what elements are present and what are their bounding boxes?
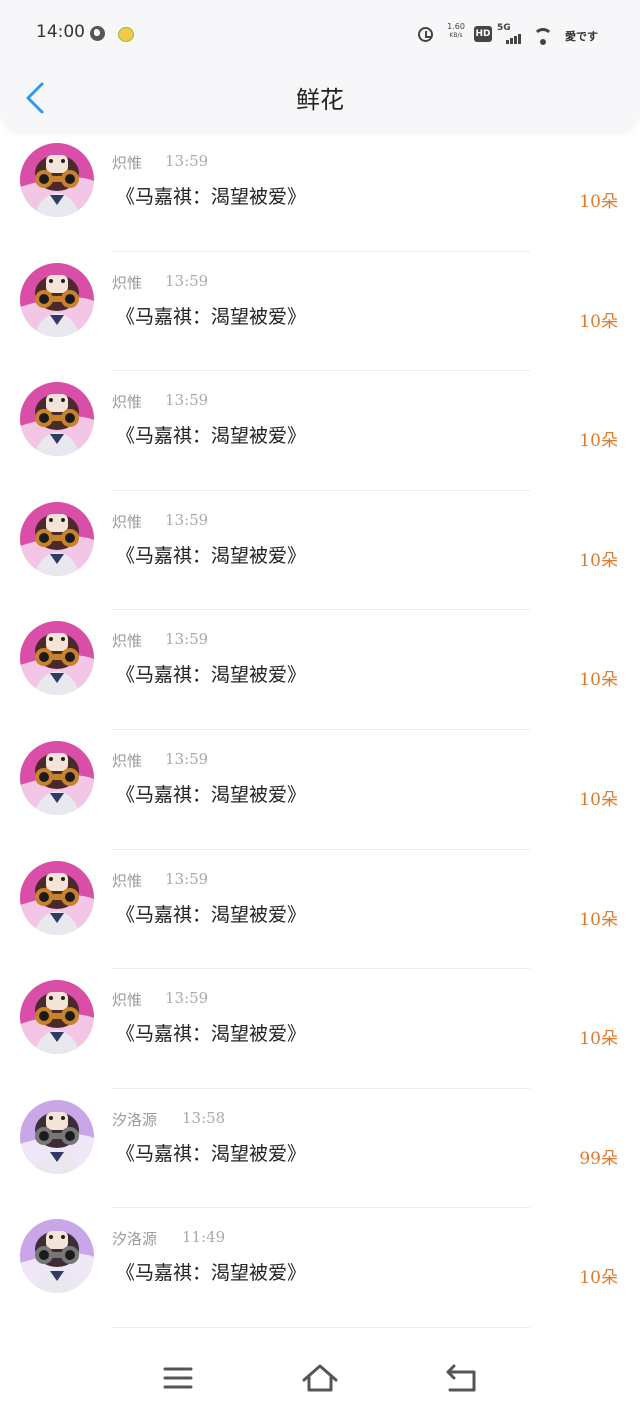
list-item[interactable]: 炽惟 13:59 《马嘉祺：渴望被爱》 10朵	[0, 491, 640, 611]
avatar[interactable]	[20, 621, 94, 696]
book-title: 《马嘉祺：渴望被爱》	[116, 1142, 307, 1165]
globe-icon	[90, 26, 105, 41]
avatar[interactable]	[20, 980, 94, 1055]
status-time: 14:00	[36, 22, 85, 42]
timestamp: 13:59	[165, 630, 209, 649]
book-title: 《马嘉祺：渴望被爱》	[116, 544, 307, 567]
timestamp: 13:59	[165, 510, 209, 529]
sender-name: 炽惟	[112, 393, 143, 412]
flower-count: 10朵	[579, 550, 618, 571]
list-item[interactable]: 炽惟 13:59 《马嘉祺：渴望被爱》 10朵	[0, 132, 640, 252]
timestamp: 13:59	[165, 869, 209, 888]
sender-name: 炽惟	[112, 512, 143, 531]
status-bar: 14:00 1.60 KB/s HD 5G 愛です	[0, 0, 640, 66]
timestamp: 13:59	[165, 152, 209, 170]
list-item[interactable]: 汐洛源 11:49 《马嘉祺：渴望被爱》 10朵	[0, 1208, 640, 1328]
network-speed: 1.60 KB/s	[444, 23, 468, 39]
flower-count: 99朵	[579, 1148, 618, 1169]
avatar[interactable]	[20, 860, 94, 935]
sender-name: 汐洛源	[112, 1110, 158, 1129]
avatar[interactable]	[20, 382, 94, 457]
flower-count: 10朵	[579, 909, 618, 930]
timestamp: 11:49	[182, 1228, 226, 1247]
sender-name: 炽惟	[112, 273, 143, 292]
list-item[interactable]: 炽惟 13:59 《马嘉祺：渴望被爱》 10朵	[0, 610, 640, 730]
row-divider	[112, 1326, 530, 1328]
flower-count: 10朵	[579, 1029, 618, 1050]
flower-count: 10朵	[579, 790, 618, 810]
timestamp: 13:58	[182, 1108, 226, 1127]
avatar[interactable]	[20, 262, 94, 337]
page-title: 鲜花	[296, 86, 344, 114]
book-title: 《马嘉祺：渴望被爱》	[116, 186, 307, 208]
system-nav-bar	[0, 1342, 640, 1415]
sender-name: 炽惟	[112, 632, 143, 651]
network-speed-unit: KB/s	[449, 32, 463, 39]
avatar[interactable]	[20, 143, 94, 217]
sender-name: 炽惟	[112, 752, 143, 770]
list-item[interactable]: 汐洛源 13:58 《马嘉祺：渴望被爱》 99朵	[0, 1089, 640, 1209]
timestamp: 13:59	[165, 989, 209, 1008]
book-title: 《马嘉祺：渴望被爱》	[116, 1262, 307, 1285]
list-item[interactable]: 炽惟 13:59 《马嘉祺：渴望被爱》 10朵	[0, 730, 640, 850]
wifi-icon	[532, 24, 554, 46]
book-title: 《马嘉祺：渴望被爱》	[116, 425, 307, 448]
hd-badge: HD	[474, 26, 492, 42]
list-item[interactable]: 炽惟 13:59 《马嘉祺：渴望被爱》 10朵	[0, 252, 640, 372]
timestamp: 13:59	[165, 271, 209, 290]
list-item[interactable]: 炽惟 13:59 《马嘉祺：渴望被爱》 10朵	[0, 371, 640, 491]
flower-count: 10朵	[579, 1268, 618, 1289]
sender-name: 炽惟	[112, 154, 143, 172]
menu-button[interactable]	[156, 1360, 200, 1396]
alarm-icon	[418, 27, 433, 42]
sender-name: 炽惟	[112, 871, 143, 890]
book-title: 《马嘉祺：渴望被爱》	[116, 784, 307, 806]
flower-count: 10朵	[579, 670, 618, 691]
app-notification-icon	[118, 27, 134, 42]
home-button[interactable]	[298, 1360, 342, 1396]
timestamp: 13:59	[165, 750, 209, 768]
avatar[interactable]	[20, 1099, 94, 1174]
carrier-label: 愛です	[565, 30, 598, 43]
back-icon	[446, 1364, 476, 1392]
avatar[interactable]	[20, 1219, 94, 1294]
gift-list[interactable]: 炽惟 13:59 《马嘉祺：渴望被爱》 10朵 炽惟 13:59 《马嘉祺：渴望被爱》 10朵…	[0, 132, 640, 1342]
timestamp: 13:59	[165, 391, 209, 410]
avatar[interactable]	[20, 501, 94, 576]
flower-count: 10朵	[579, 192, 618, 212]
back-nav-button[interactable]	[440, 1360, 484, 1396]
avatar[interactable]	[20, 741, 94, 815]
flower-count: 10朵	[579, 311, 618, 332]
list-item[interactable]: 炽惟 13:59 《马嘉祺：渴望被爱》 10朵	[0, 850, 640, 970]
home-icon	[302, 1364, 338, 1392]
sender-name: 汐洛源	[112, 1230, 158, 1249]
flower-count: 10朵	[579, 431, 618, 452]
network-type: 5G	[497, 23, 511, 33]
book-title: 《马嘉祺：渴望被爱》	[116, 903, 307, 926]
header: 鲜花	[0, 66, 640, 132]
network-speed-value: 1.60	[447, 22, 465, 31]
sender-name: 炽惟	[112, 991, 143, 1010]
book-title: 《马嘉祺：渴望被爱》	[116, 664, 307, 687]
book-title: 《马嘉祺：渴望被爱》	[116, 305, 307, 328]
book-title: 《马嘉祺：渴望被爱》	[116, 1023, 307, 1046]
menu-icon	[163, 1367, 193, 1389]
list-item[interactable]: 炽惟 13:59 《马嘉祺：渴望被爱》 10朵	[0, 969, 640, 1089]
